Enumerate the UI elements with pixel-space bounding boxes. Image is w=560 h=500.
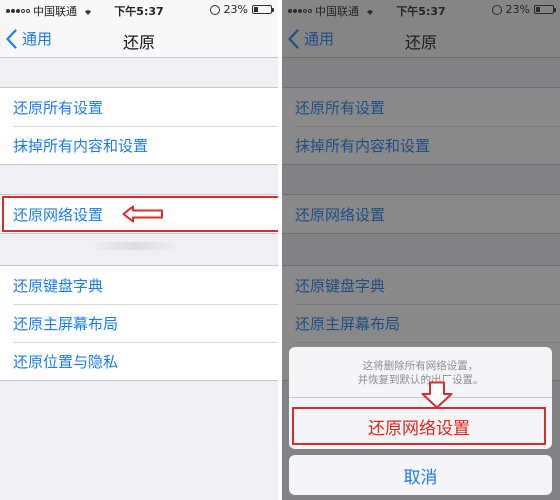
status-right: 23% xyxy=(209,3,274,16)
arrow-left-icon xyxy=(122,205,163,223)
nav-bar: 通用 还原 xyxy=(0,20,278,58)
cancel-button[interactable]: 取消 xyxy=(289,455,552,495)
left-screen: 中国联通 下午5:37 23% 通用 还原 还原所有设置 抹掉所有内容和设置 还… xyxy=(0,0,278,500)
page-title: 还原 xyxy=(122,33,155,52)
status-bar: 中国联通 下午5:37 23% xyxy=(0,0,278,20)
reset-location-privacy-cell[interactable]: 还原位置与隐私 xyxy=(0,342,278,380)
reset-group-general: 还原所有设置 抹掉所有内容和设置 xyxy=(0,87,278,165)
right-screen: 中国联通 下午5:37 23% 通用 还原 还原所有设置 抹掉所有内容和设置 还… xyxy=(282,0,560,500)
battery-icon xyxy=(252,5,274,14)
arrow-down-icon xyxy=(421,381,453,409)
reset-all-settings-cell[interactable]: 还原所有设置 xyxy=(0,88,278,126)
battery-percent: 23% xyxy=(223,3,248,16)
action-sheet-message-line1: 这将删除所有网络设置， xyxy=(362,360,479,372)
battery-fill xyxy=(254,7,258,12)
confirm-reset-network-button[interactable]: 还原网络设置 xyxy=(292,407,546,445)
reset-group-other: 还原键盘字典 还原主屏幕布局 还原位置与隐私 xyxy=(0,265,278,381)
reset-home-screen-layout-cell[interactable]: 还原主屏幕布局 xyxy=(0,304,278,342)
erase-all-content-cell[interactable]: 抹掉所有内容和设置 xyxy=(0,126,278,164)
rotation-lock-icon xyxy=(209,4,220,15)
smudge-mark xyxy=(90,242,180,250)
reset-keyboard-dictionary-cell[interactable]: 还原键盘字典 xyxy=(0,266,278,304)
